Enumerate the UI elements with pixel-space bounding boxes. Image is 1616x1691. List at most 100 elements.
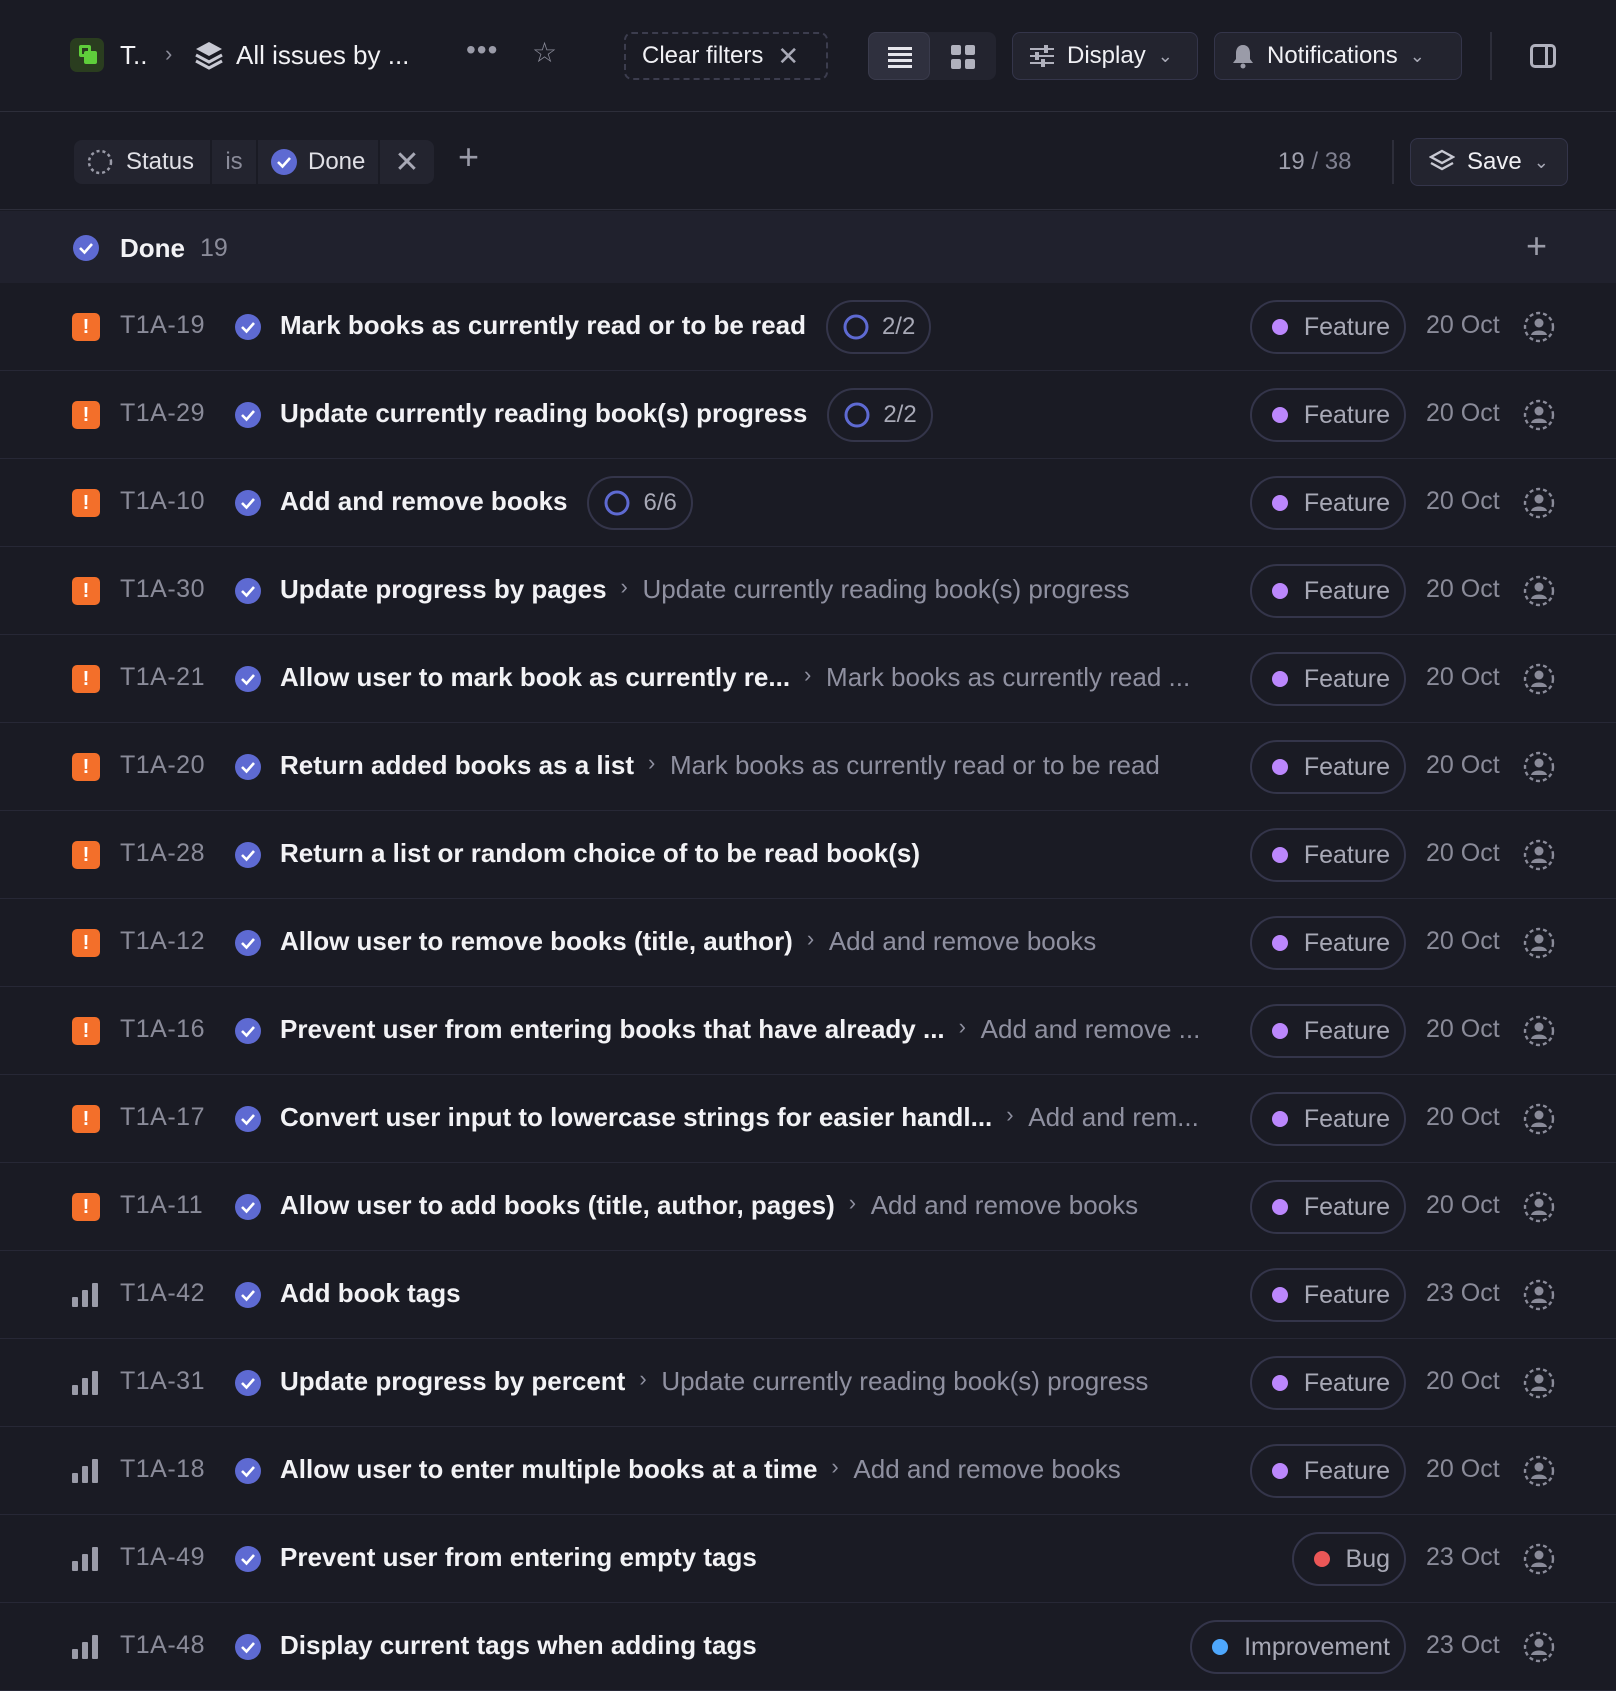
label-chip[interactable]: Feature: [1249, 828, 1406, 882]
issue-row[interactable]: ! T1A-29 Update currently reading book(s) …: [0, 371, 1616, 459]
team-name[interactable]: T..: [120, 40, 147, 71]
priority-high-icon[interactable]: [72, 1459, 100, 1483]
priority-urgent-icon[interactable]: !: [72, 489, 100, 517]
unassigned-avatar-icon[interactable]: [1522, 926, 1556, 960]
parent-issue-title[interactable]: Add and remove books: [853, 1454, 1120, 1485]
side-panel-toggle-icon[interactable]: [1530, 44, 1556, 68]
issue-title[interactable]: Update progress by percent: [280, 1366, 625, 1397]
priority-urgent-icon[interactable]: !: [72, 665, 100, 693]
status-done-icon[interactable]: [234, 929, 262, 957]
team-icon[interactable]: [70, 38, 104, 72]
status-done-icon[interactable]: [234, 841, 262, 869]
unassigned-avatar-icon[interactable]: [1522, 310, 1556, 344]
unassigned-avatar-icon[interactable]: [1522, 750, 1556, 784]
label-chip[interactable]: Feature: [1249, 564, 1406, 618]
priority-urgent-icon[interactable]: !: [72, 929, 100, 957]
add-issue-icon[interactable]: +: [1526, 225, 1547, 267]
unassigned-avatar-icon[interactable]: [1522, 1102, 1556, 1136]
parent-issue-title[interactable]: Update currently reading book(s) progres…: [661, 1366, 1148, 1397]
issue-row[interactable]: T1A-18 Allow user to enter multiple books…: [0, 1427, 1616, 1515]
label-chip[interactable]: Feature: [1249, 1356, 1406, 1410]
issue-row[interactable]: ! T1A-21 Allow user to mark book as curren…: [0, 635, 1616, 723]
favorite-star-icon[interactable]: ☆: [532, 36, 557, 69]
issue-title[interactable]: Return a list or random choice of to be …: [280, 838, 920, 869]
parent-issue-title[interactable]: Add and remove ...: [981, 1014, 1201, 1045]
issue-row[interactable]: ! T1A-16 Prevent user from entering books …: [0, 987, 1616, 1075]
status-done-icon[interactable]: [234, 313, 262, 341]
add-filter-icon[interactable]: +: [458, 136, 479, 178]
status-done-icon[interactable]: [234, 665, 262, 693]
group-header-done[interactable]: Done 19 +: [0, 211, 1616, 283]
label-chip[interactable]: Feature: [1249, 652, 1406, 706]
label-chip[interactable]: Feature: [1249, 1004, 1406, 1058]
label-chip[interactable]: Feature: [1249, 740, 1406, 794]
view-title[interactable]: All issues by ...: [236, 40, 409, 71]
priority-urgent-icon[interactable]: !: [72, 577, 100, 605]
issue-row[interactable]: ! T1A-30 Update progress by pages › Update c…: [0, 547, 1616, 635]
notifications-button[interactable]: Notifications ⌄: [1214, 32, 1462, 80]
remove-filter-button[interactable]: ✕: [380, 140, 434, 184]
unassigned-avatar-icon[interactable]: [1522, 574, 1556, 608]
issue-row[interactable]: T1A-49 Prevent user from entering empty t…: [0, 1515, 1616, 1603]
issue-row[interactable]: ! T1A-28 Return a list or random choice of…: [0, 811, 1616, 899]
unassigned-avatar-icon[interactable]: [1522, 398, 1556, 432]
status-done-icon[interactable]: [234, 1633, 262, 1661]
issue-title[interactable]: Prevent user from entering books that ha…: [280, 1014, 945, 1045]
issue-title[interactable]: Prevent user from entering empty tags: [280, 1542, 757, 1573]
issue-title[interactable]: Convert user input to lowercase strings …: [280, 1102, 992, 1133]
label-chip[interactable]: Feature: [1249, 1444, 1406, 1498]
status-done-icon[interactable]: [234, 489, 262, 517]
unassigned-avatar-icon[interactable]: [1522, 1542, 1556, 1576]
filter-operator-chip[interactable]: is: [212, 140, 256, 184]
more-options-icon[interactable]: •••: [466, 34, 498, 66]
unassigned-avatar-icon[interactable]: [1522, 1014, 1556, 1048]
sub-issues-progress[interactable]: 2/2: [825, 300, 932, 354]
status-done-icon[interactable]: [234, 1545, 262, 1573]
label-chip[interactable]: Feature: [1249, 1268, 1406, 1322]
unassigned-avatar-icon[interactable]: [1522, 662, 1556, 696]
issue-row[interactable]: ! T1A-17 Convert user input to lowercase s…: [0, 1075, 1616, 1163]
issue-title[interactable]: Display current tags when adding tags: [280, 1630, 757, 1661]
label-chip[interactable]: Feature: [1249, 300, 1406, 354]
unassigned-avatar-icon[interactable]: [1522, 838, 1556, 872]
filter-field-chip[interactable]: Status: [74, 140, 210, 184]
status-done-icon[interactable]: [234, 1193, 262, 1221]
priority-high-icon[interactable]: [72, 1547, 100, 1571]
sub-issues-progress[interactable]: 2/2: [827, 388, 933, 442]
label-chip[interactable]: Feature: [1249, 916, 1406, 970]
issue-row[interactable]: T1A-42 Add book tags Feature 23 Oct: [0, 1251, 1616, 1339]
issue-row[interactable]: ! T1A-19 Mark books as currently read or t…: [0, 283, 1616, 371]
issue-title[interactable]: Update progress by pages: [280, 574, 607, 605]
board-view-icon[interactable]: [950, 44, 976, 70]
parent-issue-title[interactable]: Mark books as currently read ...: [826, 662, 1190, 693]
unassigned-avatar-icon[interactable]: [1522, 1454, 1556, 1488]
issue-title[interactable]: Allow user to remove books (title, autho…: [280, 926, 793, 957]
filter-value-chip[interactable]: Done: [258, 140, 378, 184]
display-button[interactable]: Display ⌄: [1012, 32, 1198, 80]
priority-urgent-icon[interactable]: !: [72, 1105, 100, 1133]
label-chip[interactable]: Feature: [1249, 388, 1406, 442]
sub-issues-progress[interactable]: 6/6: [587, 476, 693, 530]
status-done-icon[interactable]: [234, 1281, 262, 1309]
parent-issue-title[interactable]: Add and remove books: [871, 1190, 1138, 1221]
label-chip[interactable]: Bug: [1291, 1532, 1406, 1586]
unassigned-avatar-icon[interactable]: [1522, 1630, 1556, 1664]
label-chip[interactable]: Feature: [1249, 1092, 1406, 1146]
status-done-icon[interactable]: [234, 753, 262, 781]
issue-title[interactable]: Allow user to mark book as currently re.…: [280, 662, 790, 693]
label-chip[interactable]: Feature: [1249, 1180, 1406, 1234]
save-view-button[interactable]: Save ⌄: [1410, 138, 1568, 186]
priority-urgent-icon[interactable]: !: [72, 313, 100, 341]
issue-row[interactable]: T1A-48 Display current tags when adding t…: [0, 1603, 1616, 1691]
parent-issue-title[interactable]: Mark books as currently read or to be re…: [670, 750, 1160, 781]
issue-row[interactable]: ! T1A-12 Allow user to remove books (title…: [0, 899, 1616, 987]
unassigned-avatar-icon[interactable]: [1522, 1366, 1556, 1400]
parent-issue-title[interactable]: Add and rem...: [1028, 1102, 1199, 1133]
priority-high-icon[interactable]: [72, 1371, 100, 1395]
unassigned-avatar-icon[interactable]: [1522, 1190, 1556, 1224]
list-view-button[interactable]: [868, 32, 930, 80]
status-done-icon[interactable]: [234, 1017, 262, 1045]
issue-title[interactable]: Add and remove books: [280, 486, 568, 517]
issue-title[interactable]: Allow user to add books (title, author, …: [280, 1190, 835, 1221]
label-chip[interactable]: Feature: [1249, 476, 1406, 530]
